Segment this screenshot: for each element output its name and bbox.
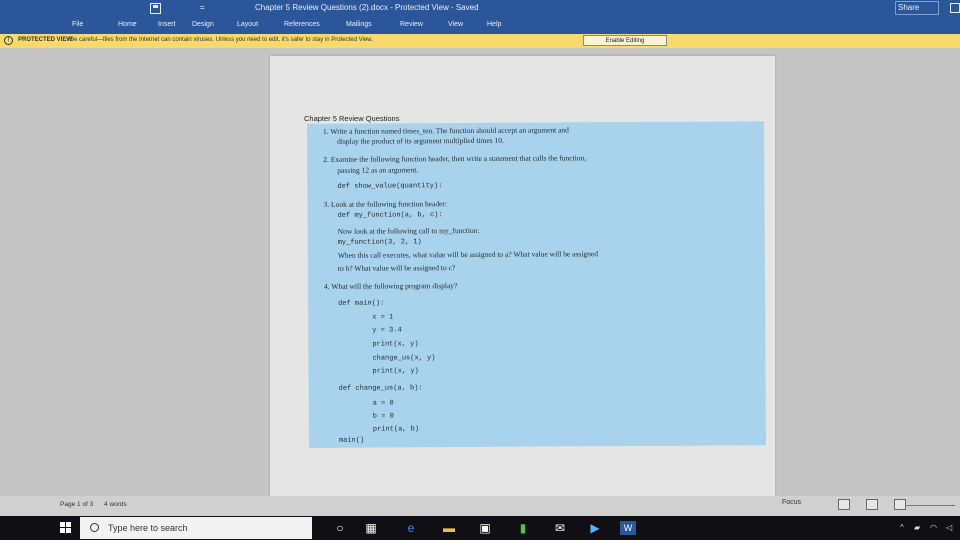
question-line: When this call executes, what value will… — [337, 249, 599, 260]
questions-box: 1. Write a function named times_ten. The… — [307, 121, 766, 448]
share-label: Share — [898, 3, 920, 12]
question-line: b = 0 — [372, 412, 394, 421]
question-line: to b? What value will be assigned to c? — [337, 263, 456, 273]
question-line: passing 12 as an argument. — [337, 165, 419, 175]
enable-editing-button[interactable]: Enable Editing — [583, 35, 667, 46]
wifi-icon[interactable]: ◠ — [930, 523, 937, 532]
start-windows-icon[interactable] — [60, 522, 71, 533]
protected-view-message: Be careful—files from the Internet can c… — [70, 37, 373, 43]
word-count[interactable]: 4 words — [104, 501, 127, 508]
question-line: change_us(x, y) — [372, 354, 436, 363]
protected-view-bar: ! PROTECTED VIEW Be careful—files from t… — [0, 34, 960, 48]
question-line: x = 1 — [372, 313, 394, 322]
tab-review[interactable]: Review — [400, 21, 423, 28]
question-line: def show_value(quantity): — [337, 182, 443, 191]
title-bar: = Chapter 5 Review Questions (2).docx - … — [0, 0, 960, 18]
edge-browser-icon[interactable]: e — [404, 521, 418, 535]
page-count[interactable]: Page 1 of 3 — [60, 501, 93, 508]
question-line: def main(): — [338, 299, 385, 308]
search-placeholder: Type here to search — [108, 523, 188, 533]
question-line: 1. Write a function named times_ten. The… — [323, 125, 569, 136]
protected-view-label: PROTECTED VIEW — [18, 37, 73, 43]
status-bar: Page 1 of 3 4 words Focus — [0, 496, 960, 516]
store-icon[interactable]: ▣ — [478, 521, 492, 535]
shield-warning-icon: ! — [4, 36, 13, 45]
cortana-icon[interactable]: ○ — [333, 521, 347, 535]
tab-references[interactable]: References — [284, 21, 320, 28]
question-line: print(x, y) — [372, 340, 419, 349]
save-icon[interactable] — [150, 3, 161, 14]
tab-design[interactable]: Design — [192, 21, 214, 28]
tab-mailings[interactable]: Mailings — [346, 21, 372, 28]
tab-view[interactable]: View — [448, 21, 463, 28]
network-icon[interactable]: ▰ — [914, 523, 920, 532]
volume-icon[interactable]: ◁ — [946, 523, 952, 532]
read-mode-icon[interactable] — [838, 499, 850, 510]
question-line: my_function(3, 2, 1) — [337, 238, 422, 247]
tab-insert[interactable]: Insert — [158, 21, 176, 28]
app-icon[interactable]: ▮ — [516, 521, 530, 535]
mail-icon[interactable]: ✉ — [553, 521, 567, 535]
screen: = Chapter 5 Review Questions (2).docx - … — [0, 0, 960, 540]
file-explorer-icon[interactable]: ▬ — [442, 521, 456, 535]
document-heading: Chapter 5 Review Questions — [304, 114, 400, 123]
question-line: a = 0 — [372, 399, 394, 408]
print-layout-icon[interactable] — [866, 499, 878, 510]
question-line: def change_us(a, b): — [338, 384, 423, 393]
question-line: print(a, b) — [372, 425, 420, 434]
taskbar-search-box[interactable]: Type here to search — [80, 517, 312, 539]
question-line: 3. Look at the following function header… — [323, 199, 448, 209]
ribbon-tabs: File Home Insert Design Layout Reference… — [0, 18, 960, 34]
search-icon — [90, 523, 99, 532]
tab-layout[interactable]: Layout — [237, 21, 258, 28]
media-player-icon[interactable]: ▶ — [588, 521, 602, 535]
word-app-icon[interactable]: W — [620, 521, 636, 535]
question-line: print(x, y) — [372, 367, 419, 376]
tab-help[interactable]: Help — [487, 21, 501, 28]
show-hidden-icons-icon[interactable]: ^ — [900, 523, 904, 532]
tab-home[interactable]: Home — [118, 21, 137, 28]
focus-button[interactable]: Focus — [782, 499, 801, 506]
question-line: 4. What will the following program displ… — [323, 281, 458, 291]
document-title: Chapter 5 Review Questions (2).docx - Pr… — [255, 3, 479, 12]
taskbar: Type here to search ○ ▦ e ▬ ▣ ▮ ✉ ▶ W ^ … — [0, 516, 960, 540]
task-view-icon[interactable]: ▦ — [364, 521, 378, 535]
zoom-slider[interactable] — [905, 505, 955, 506]
comments-icon[interactable] — [950, 3, 960, 13]
question-line: Now look at the following call to my_fun… — [337, 225, 480, 236]
question-line: 2. Examine the following function header… — [323, 153, 587, 164]
question-line: y = 3.4 — [372, 326, 402, 335]
customize-quick-access-icon[interactable]: = — [200, 3, 205, 12]
tab-file[interactable]: File — [72, 21, 83, 28]
question-line: display the product of its argument mult… — [337, 135, 504, 146]
question-line: main() — [338, 436, 365, 445]
question-line: def my_function(a, b, c): — [337, 211, 443, 220]
